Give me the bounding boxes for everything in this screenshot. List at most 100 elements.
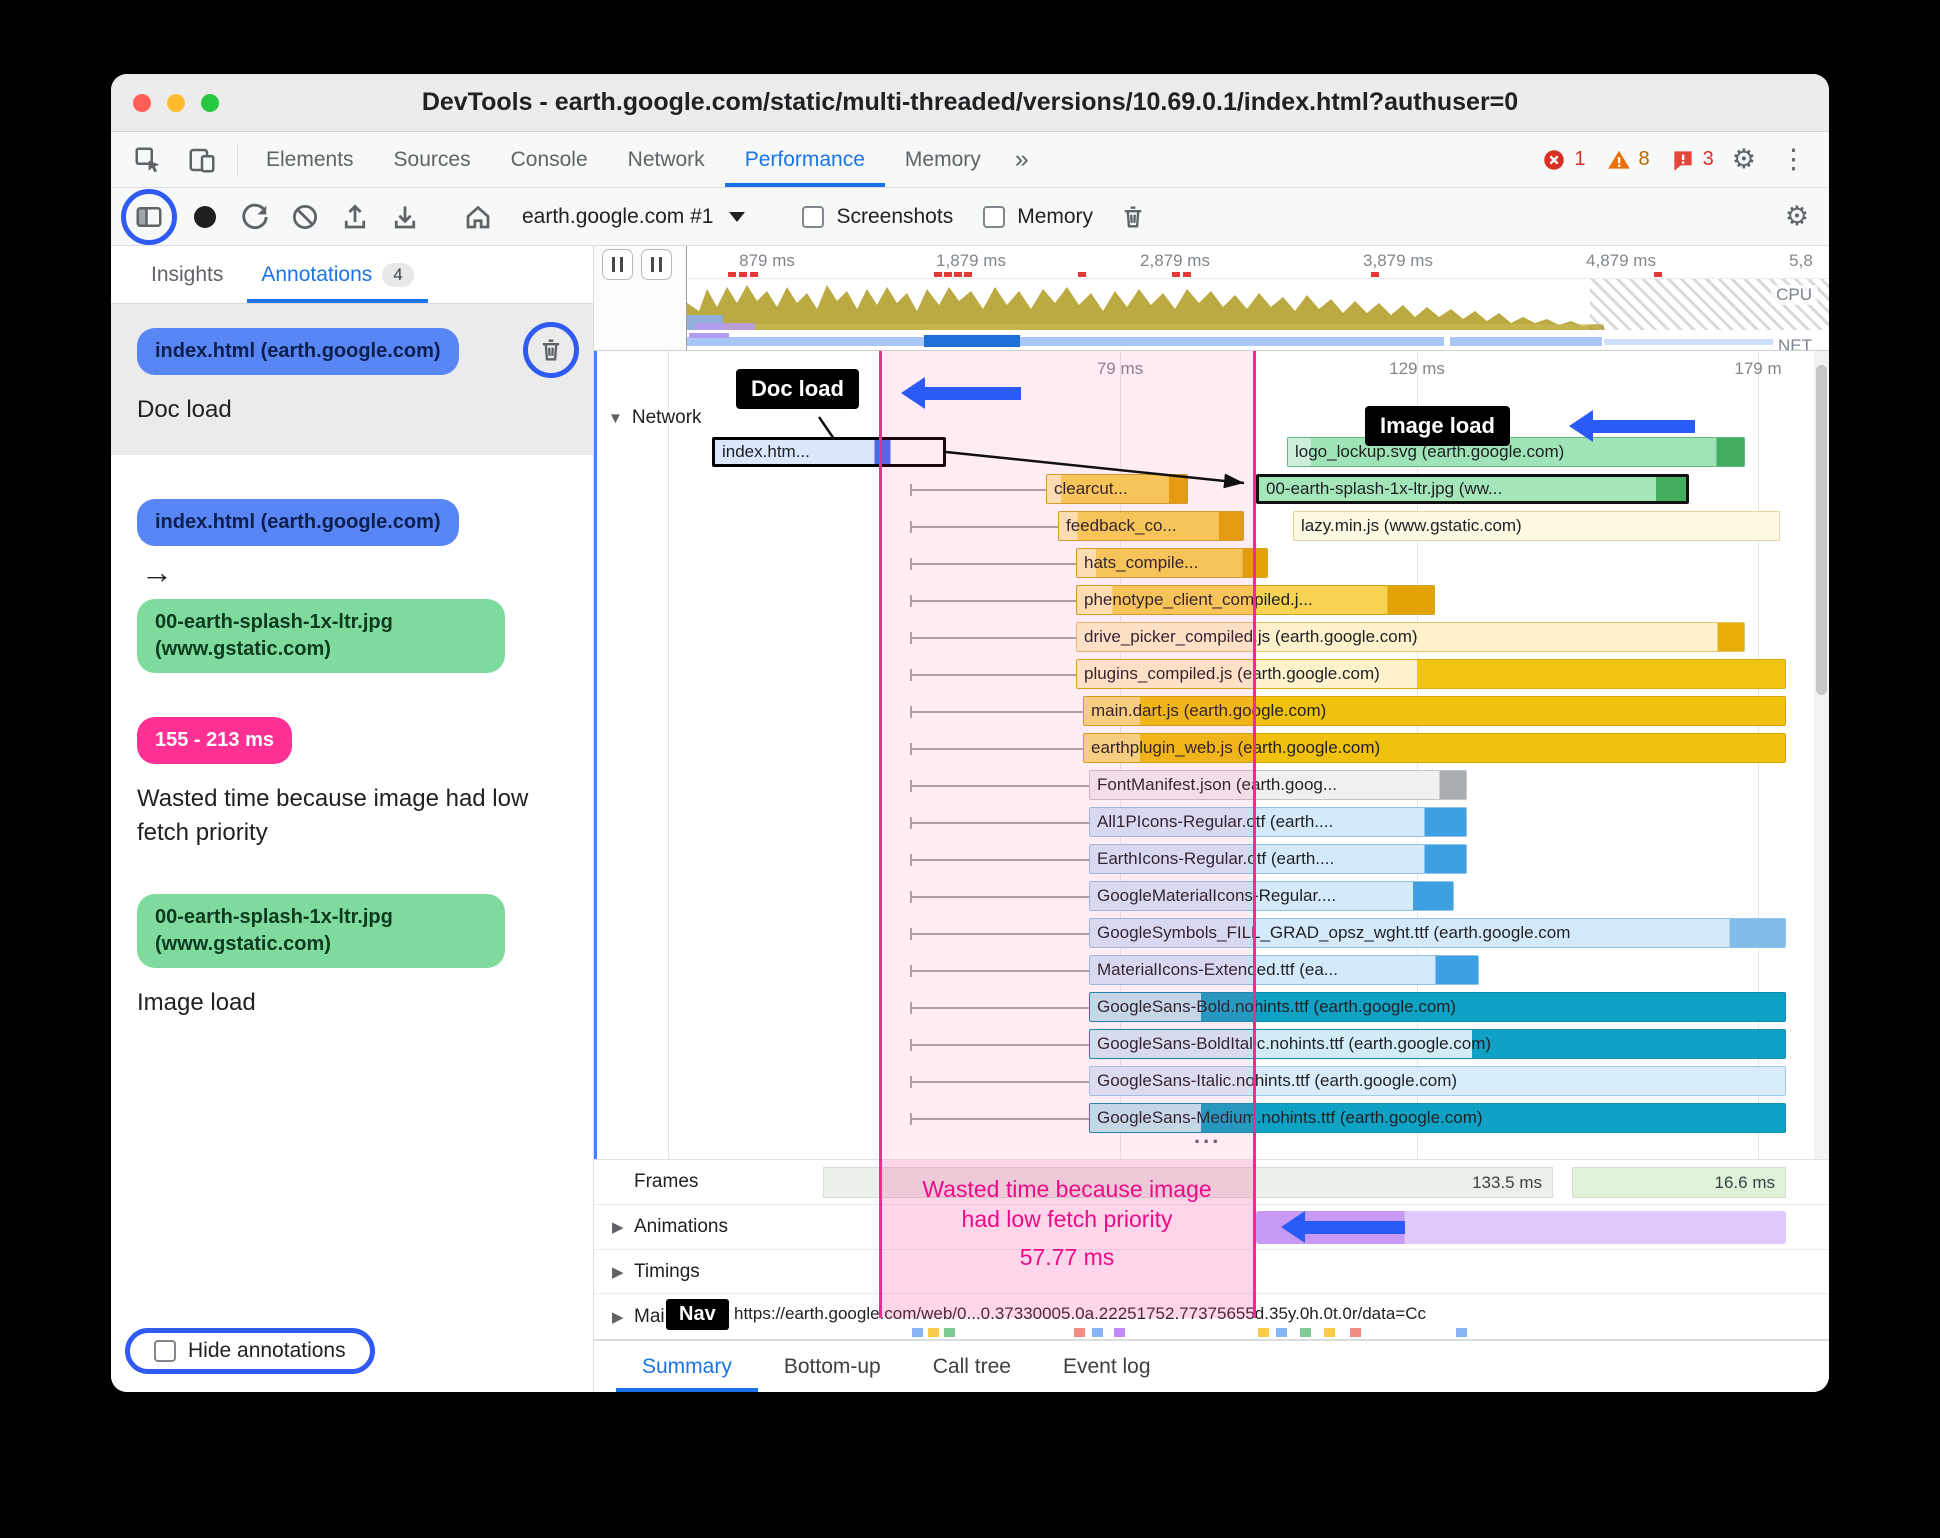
issues-badge[interactable]: 3: [1670, 147, 1714, 173]
network-request-bar[interactable]: main.dart.js (earth.google.com): [1083, 696, 1786, 726]
image-load-annotation-label[interactable]: Image load: [1365, 406, 1510, 446]
annotation-entry-doc-load[interactable]: index.html (earth.google.com) Doc load: [111, 304, 593, 455]
network-request-bar[interactable]: GoogleSans-Bold.nohints.ttf (earth.googl…: [1089, 992, 1786, 1022]
network-request-bar[interactable]: drive_picker_compiled.js (earth.google.c…: [1076, 622, 1745, 652]
annotation-pill-splash-image[interactable]: 00-earth-splash-1x-ltr.jpg (www.gstatic.…: [137, 599, 505, 673]
nav-annotation-label[interactable]: Nav: [666, 1299, 729, 1330]
network-request-bar[interactable]: lazy.min.js (www.gstatic.com): [1293, 511, 1780, 541]
tab-sources[interactable]: Sources: [374, 132, 491, 187]
kebab-menu-icon[interactable]: ⋮: [1768, 132, 1819, 187]
home-button[interactable]: [456, 195, 500, 239]
network-request-bar[interactable]: MaterialIcons-Extended.ttf (ea...: [1089, 955, 1479, 985]
memory-checkbox[interactable]: Memory: [971, 205, 1105, 229]
delete-annotation-button[interactable]: [529, 328, 573, 372]
reload-and-record-button[interactable]: [233, 195, 277, 239]
tab-annotations[interactable]: Annotations 4: [247, 246, 427, 303]
inspect-element-icon[interactable]: [121, 132, 175, 187]
tab-bottom-up[interactable]: Bottom-up: [758, 1341, 907, 1392]
annotation-pill-splash-image[interactable]: 00-earth-splash-1x-ltr.jpg (www.gstatic.…: [137, 894, 505, 968]
frame-block[interactable]: 16.6 ms: [1572, 1167, 1786, 1198]
checkbox-box[interactable]: [802, 205, 825, 228]
fullscreen-button[interactable]: [201, 93, 219, 112]
warning-badge[interactable]: 8: [1606, 147, 1650, 173]
zoom-window-handle[interactable]: [641, 249, 672, 280]
overflow-ellipsis[interactable]: ...: [1194, 1123, 1221, 1149]
upload-profile-button[interactable]: [333, 195, 377, 239]
network-request-bar[interactable]: earthplugin_web.js (earth.google.com): [1083, 733, 1786, 763]
network-request-bar[interactable]: plugins_compiled.js (earth.google.com): [1076, 659, 1786, 689]
network-request-bar[interactable]: EarthIcons-Regular.otf (earth....: [1089, 844, 1467, 874]
tab-elements[interactable]: Elements: [246, 132, 374, 187]
network-request-bar[interactable]: All1PIcons-Regular.otf (earth....: [1089, 807, 1467, 837]
minimap-ruler-label: 3,879 ms: [1363, 251, 1433, 270]
tab-memory[interactable]: Memory: [885, 132, 1001, 187]
network-request-bar[interactable]: 00-earth-splash-1x-ltr.jpg (ww...: [1256, 474, 1689, 504]
zoom-window-handle[interactable]: [602, 249, 633, 280]
screenshots-checkbox[interactable]: Screenshots: [790, 205, 965, 229]
collect-garbage-icon[interactable]: [1111, 195, 1155, 239]
timings-track[interactable]: ▶ Timings: [594, 1250, 1829, 1294]
more-tabs-chevron[interactable]: »: [1001, 132, 1043, 187]
collapse-triangle-icon[interactable]: ▼: [608, 410, 623, 427]
timeline-panel: 879 ms 1,879 ms 2,879 ms 3,879 ms 4,879 ms 5,…: [594, 246, 1829, 1392]
tab-event-log[interactable]: Event log: [1037, 1341, 1177, 1392]
tab-call-tree[interactable]: Call tree: [907, 1341, 1037, 1392]
tutorial-highlight-ring: [523, 322, 579, 378]
tab-console[interactable]: Console: [491, 132, 608, 187]
network-track[interactable]: ▼ Network index.htm... logo_lockup.svg (e…: [594, 351, 1829, 1160]
network-track-header[interactable]: ▼ Network: [608, 407, 702, 429]
network-request-bar[interactable]: GoogleMaterialIcons-Regular....: [1089, 881, 1454, 911]
download-profile-button[interactable]: [383, 195, 427, 239]
clear-recording-button[interactable]: [283, 195, 327, 239]
time-range-pill[interactable]: 155 - 213 ms: [137, 717, 292, 764]
tab-summary[interactable]: Summary: [616, 1341, 758, 1392]
network-track-label: Network: [631, 407, 702, 428]
settings-gear-icon[interactable]: ⚙: [1720, 132, 1768, 187]
vertical-scrollbar[interactable]: [1814, 351, 1829, 1159]
close-button[interactable]: [133, 93, 151, 112]
frames-label: Frames: [634, 1171, 699, 1192]
network-request-bar[interactable]: GoogleSans-BoldItalic.nohints.ttf (earth…: [1089, 1029, 1786, 1059]
device-toolbar-icon[interactable]: [175, 132, 229, 187]
expand-triangle-icon[interactable]: ▶: [612, 1263, 624, 1281]
hide-annotations-checkbox[interactable]: Hide annotations: [142, 1339, 358, 1363]
tab-network[interactable]: Network: [608, 132, 725, 187]
record-button[interactable]: [183, 195, 227, 239]
network-request-bar[interactable]: phenotype_client_compiled.j...: [1076, 585, 1435, 615]
tab-performance[interactable]: Performance: [725, 132, 885, 187]
request-whisker: [910, 669, 1076, 681]
network-request-bar[interactable]: clearcut...: [1046, 474, 1188, 504]
network-request-bar[interactable]: GoogleSymbols_FILL_GRAD_opsz_wght.ttf (e…: [1089, 918, 1786, 948]
network-request-bar[interactable]: logo_lockup.svg (earth.google.com): [1287, 437, 1745, 467]
request-whisker: [910, 817, 1089, 829]
frames-track[interactable]: Frames 133.5 ms 16.6 ms: [594, 1160, 1829, 1205]
annotation-entry-time-range[interactable]: 155 - 213 ms Wasted time because image h…: [137, 717, 567, 850]
checkbox-box[interactable]: [983, 205, 1006, 228]
annotation-entry-link[interactable]: index.html (earth.google.com) → 00-earth…: [137, 499, 567, 673]
expand-triangle-icon[interactable]: ▶: [612, 1218, 624, 1236]
scrollbar-thumb[interactable]: [1816, 365, 1827, 695]
tutorial-highlight-ring: [121, 188, 177, 245]
network-request-bar[interactable]: index.htm...: [712, 437, 946, 467]
toggle-sidebar-button[interactable]: [127, 195, 171, 239]
tab-insights[interactable]: Insights: [137, 246, 237, 303]
main-thread-track[interactable]: ▶ Main Nav https://earth.google.com/web/…: [594, 1294, 1829, 1339]
checkbox-box[interactable]: [154, 1340, 176, 1362]
network-request-bar[interactable]: hats_compile...: [1076, 548, 1268, 578]
minimize-button[interactable]: [167, 93, 185, 112]
network-request-bar[interactable]: feedback_co...: [1058, 511, 1244, 541]
profile-select[interactable]: earth.google.com #1: [506, 203, 761, 230]
animations-track[interactable]: ▶ Animations: [594, 1205, 1829, 1250]
annotation-entry-image-load[interactable]: 00-earth-splash-1x-ltr.jpg (www.gstatic.…: [137, 894, 567, 1020]
error-badge[interactable]: 1: [1541, 147, 1586, 173]
frame-block[interactable]: 133.5 ms: [823, 1167, 1553, 1198]
annotation-pill-index-html[interactable]: index.html (earth.google.com): [137, 328, 459, 375]
expand-triangle-icon[interactable]: ▶: [612, 1308, 624, 1326]
network-request-bar[interactable]: FontManifest.json (earth.goog...: [1089, 770, 1467, 800]
doc-load-annotation-label[interactable]: Doc load: [736, 369, 859, 409]
timeline-overview[interactable]: 879 ms 1,879 ms 2,879 ms 3,879 ms 4,879 ms 5,…: [594, 246, 1829, 351]
network-request-bar[interactable]: GoogleSans-Italic.nohints.ttf (earth.goo…: [1089, 1066, 1786, 1096]
annotation-pill-index-html[interactable]: index.html (earth.google.com): [137, 499, 459, 546]
screenshots-label: Screenshots: [836, 204, 954, 228]
capture-settings-gear-icon[interactable]: ⚙: [1775, 195, 1819, 239]
